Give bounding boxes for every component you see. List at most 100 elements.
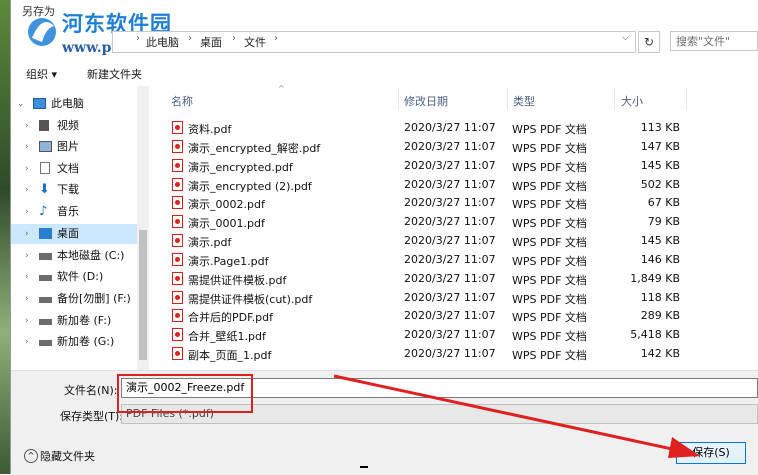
download-icon: ⬇ xyxy=(39,182,50,197)
file-row[interactable]: 合并后的PDF.pdf 2020/3/27 11:07 WPS PDF 文档 289 … xyxy=(160,306,690,325)
chevron-up-icon[interactable]: ^ xyxy=(24,449,38,463)
chevron-right-icon[interactable]: › xyxy=(25,159,29,179)
column-header-size[interactable]: 大小 xyxy=(621,93,643,109)
nav-item-label: 本地磁盘 (C:) xyxy=(57,249,125,262)
file-size: 79 KB xyxy=(647,215,680,228)
refresh-icon: ↻ xyxy=(643,35,655,49)
file-type: WPS PDF 文档 xyxy=(512,123,587,136)
organize-menu[interactable]: 组织 ▾ xyxy=(26,66,57,82)
chevron-right-icon[interactable]: › xyxy=(25,267,29,287)
file-date: 2020/3/27 11:07 xyxy=(404,272,496,285)
pdf-file-icon xyxy=(172,234,183,247)
chevron-down-icon[interactable]: ⌄ xyxy=(17,94,25,114)
chevron-right-icon[interactable]: › xyxy=(25,311,29,331)
nav-item-videos[interactable]: › 视频 xyxy=(11,116,137,136)
desktop-icon xyxy=(39,228,52,239)
chevron-right-icon[interactable]: › xyxy=(25,180,29,200)
breadcrumb-desktop[interactable]: 桌面 xyxy=(200,34,222,50)
chevron-right-icon[interactable]: › xyxy=(274,33,278,44)
file-type: WPS PDF 文档 xyxy=(512,198,587,211)
nav-item-pictures[interactable]: › 图片 xyxy=(11,137,137,157)
file-date: 2020/3/27 11:07 xyxy=(404,178,496,191)
nav-item-downloads[interactable]: › ⬇ 下载 xyxy=(11,180,137,200)
file-size: 67 KB xyxy=(647,196,680,209)
column-divider[interactable] xyxy=(686,88,687,110)
file-date: 2020/3/27 11:07 xyxy=(404,253,496,266)
column-divider[interactable] xyxy=(614,88,615,110)
pdf-file-icon xyxy=(172,347,183,360)
chevron-right-icon[interactable]: › xyxy=(25,332,29,352)
nav-item-drive-f[interactable]: › 新加卷 (F:) xyxy=(11,311,137,331)
chevron-right-icon[interactable]: › xyxy=(25,116,29,136)
nav-item-label: 备份[勿删] (F:) xyxy=(57,292,131,305)
breadcrumb-this-pc[interactable]: 此电脑 xyxy=(146,34,179,50)
pdf-file-icon xyxy=(172,253,183,266)
nav-item-this-pc[interactable]: ⌄ 此电脑 xyxy=(11,94,137,114)
chevron-right-icon[interactable]: › xyxy=(25,137,29,157)
file-row[interactable]: 演示_encrypted.pdf 2020/3/27 11:07 WPS PDF 文… xyxy=(160,156,690,175)
column-divider[interactable] xyxy=(398,88,399,110)
chevron-right-icon[interactable]: › xyxy=(232,33,236,44)
file-row[interactable]: 需提供证件模板(cut).pdf 2020/3/27 11:07 WPS PDF 文… xyxy=(160,288,690,307)
file-date: 2020/3/27 11:07 xyxy=(404,291,496,304)
annotation-highlight-box xyxy=(117,374,253,413)
music-icon: ♪ xyxy=(39,204,48,219)
file-type: WPS PDF 文档 xyxy=(512,180,587,193)
file-row[interactable]: 演示.pdf 2020/3/27 11:07 WPS PDF 文档 145 KB xyxy=(160,231,690,250)
nav-item-music[interactable]: › ♪ 音乐 xyxy=(11,202,137,222)
column-divider[interactable] xyxy=(507,88,508,110)
sort-up-icon: ^ xyxy=(278,84,285,93)
nav-item-label: 图片 xyxy=(57,140,79,153)
chevron-right-icon[interactable]: › xyxy=(136,33,140,44)
pdf-file-icon xyxy=(172,328,183,341)
file-row[interactable]: 演示_encrypted (2).pdf 2020/3/27 11:07 WPS P… xyxy=(160,175,690,194)
search-input[interactable]: 搜索"文件" xyxy=(670,31,758,51)
chevron-right-icon[interactable]: › xyxy=(25,246,29,266)
file-date: 2020/3/27 11:07 xyxy=(404,196,496,209)
chevron-right-icon[interactable]: › xyxy=(25,224,29,244)
pdf-file-icon xyxy=(172,309,183,322)
computer-icon xyxy=(33,98,46,109)
nav-item-documents[interactable]: › 文档 xyxy=(11,159,137,179)
file-name: 演示_encrypted (2).pdf xyxy=(188,180,312,193)
nav-item-drive-c[interactable]: › 本地磁盘 (C:) xyxy=(11,246,137,266)
pdf-file-icon xyxy=(172,196,183,209)
file-row[interactable]: 资料.pdf 2020/3/27 11:07 WPS PDF 文档 113 KB xyxy=(160,118,690,137)
file-row[interactable]: 演示_0001.pdf 2020/3/27 11:07 WPS PDF 文档 79 K… xyxy=(160,212,690,231)
chevron-right-icon[interactable]: › xyxy=(25,289,29,309)
file-row[interactable]: 演示.Page1.pdf 2020/3/27 11:07 WPS PDF 文档 146… xyxy=(160,250,690,269)
file-name: 演示.Page1.pdf xyxy=(188,255,269,268)
refresh-button[interactable]: ↻ xyxy=(638,31,660,53)
address-dropdown-icon[interactable]: ⌵ xyxy=(622,33,629,43)
hide-folders-toggle[interactable]: 隐藏文件夹 xyxy=(40,448,95,464)
nav-scrollbar-thumb[interactable] xyxy=(139,230,147,360)
column-header-name[interactable]: 名称 xyxy=(171,93,193,109)
file-name: 需提供证件模板.pdf xyxy=(188,274,287,287)
column-header-type[interactable]: 类型 xyxy=(513,93,535,109)
nav-item-drive-f-backup[interactable]: › 备份[勿删] (F:) xyxy=(11,289,137,309)
file-row[interactable]: 演示_encrypted_解密.pdf 2020/3/27 11:07 WPS PD… xyxy=(160,137,690,156)
chevron-right-icon[interactable]: › xyxy=(188,33,192,44)
file-date: 2020/3/27 11:07 xyxy=(404,234,496,247)
file-type: WPS PDF 文档 xyxy=(512,293,587,306)
file-type: WPS PDF 文档 xyxy=(512,217,587,230)
nav-item-drive-g[interactable]: › 新加卷 (G:) xyxy=(11,332,137,352)
drive-icon xyxy=(39,297,52,303)
column-header-date[interactable]: 修改日期 xyxy=(404,93,448,109)
nav-item-desktop[interactable]: › 桌面 xyxy=(11,224,137,244)
chevron-right-icon[interactable]: › xyxy=(25,202,29,222)
save-button[interactable]: 保存(S) xyxy=(676,442,746,464)
nav-item-label: 音乐 xyxy=(57,205,79,218)
new-folder-button[interactable]: 新建文件夹 xyxy=(87,66,142,82)
file-name: 演示_encrypted.pdf xyxy=(188,161,293,174)
breadcrumb-files[interactable]: 文件 xyxy=(244,34,266,50)
pdf-file-icon xyxy=(172,121,183,134)
pdf-file-icon xyxy=(172,215,183,228)
file-row[interactable]: 演示_0002.pdf 2020/3/27 11:07 WPS PDF 文档 67 K… xyxy=(160,193,690,212)
nav-item-drive-d[interactable]: › 软件 (D:) xyxy=(11,267,137,287)
file-row[interactable]: 合并_壁纸1.pdf 2020/3/27 11:07 WPS PDF 文档 5,418… xyxy=(160,325,690,344)
file-row[interactable]: 副本_页面_1.pdf 2020/3/27 11:07 WPS PDF 文档 142 … xyxy=(160,344,690,363)
drive-icon xyxy=(39,340,52,346)
file-row[interactable]: 需提供证件模板.pdf 2020/3/27 11:07 WPS PDF 文档 1,84… xyxy=(160,269,690,288)
drive-icon xyxy=(39,275,52,281)
